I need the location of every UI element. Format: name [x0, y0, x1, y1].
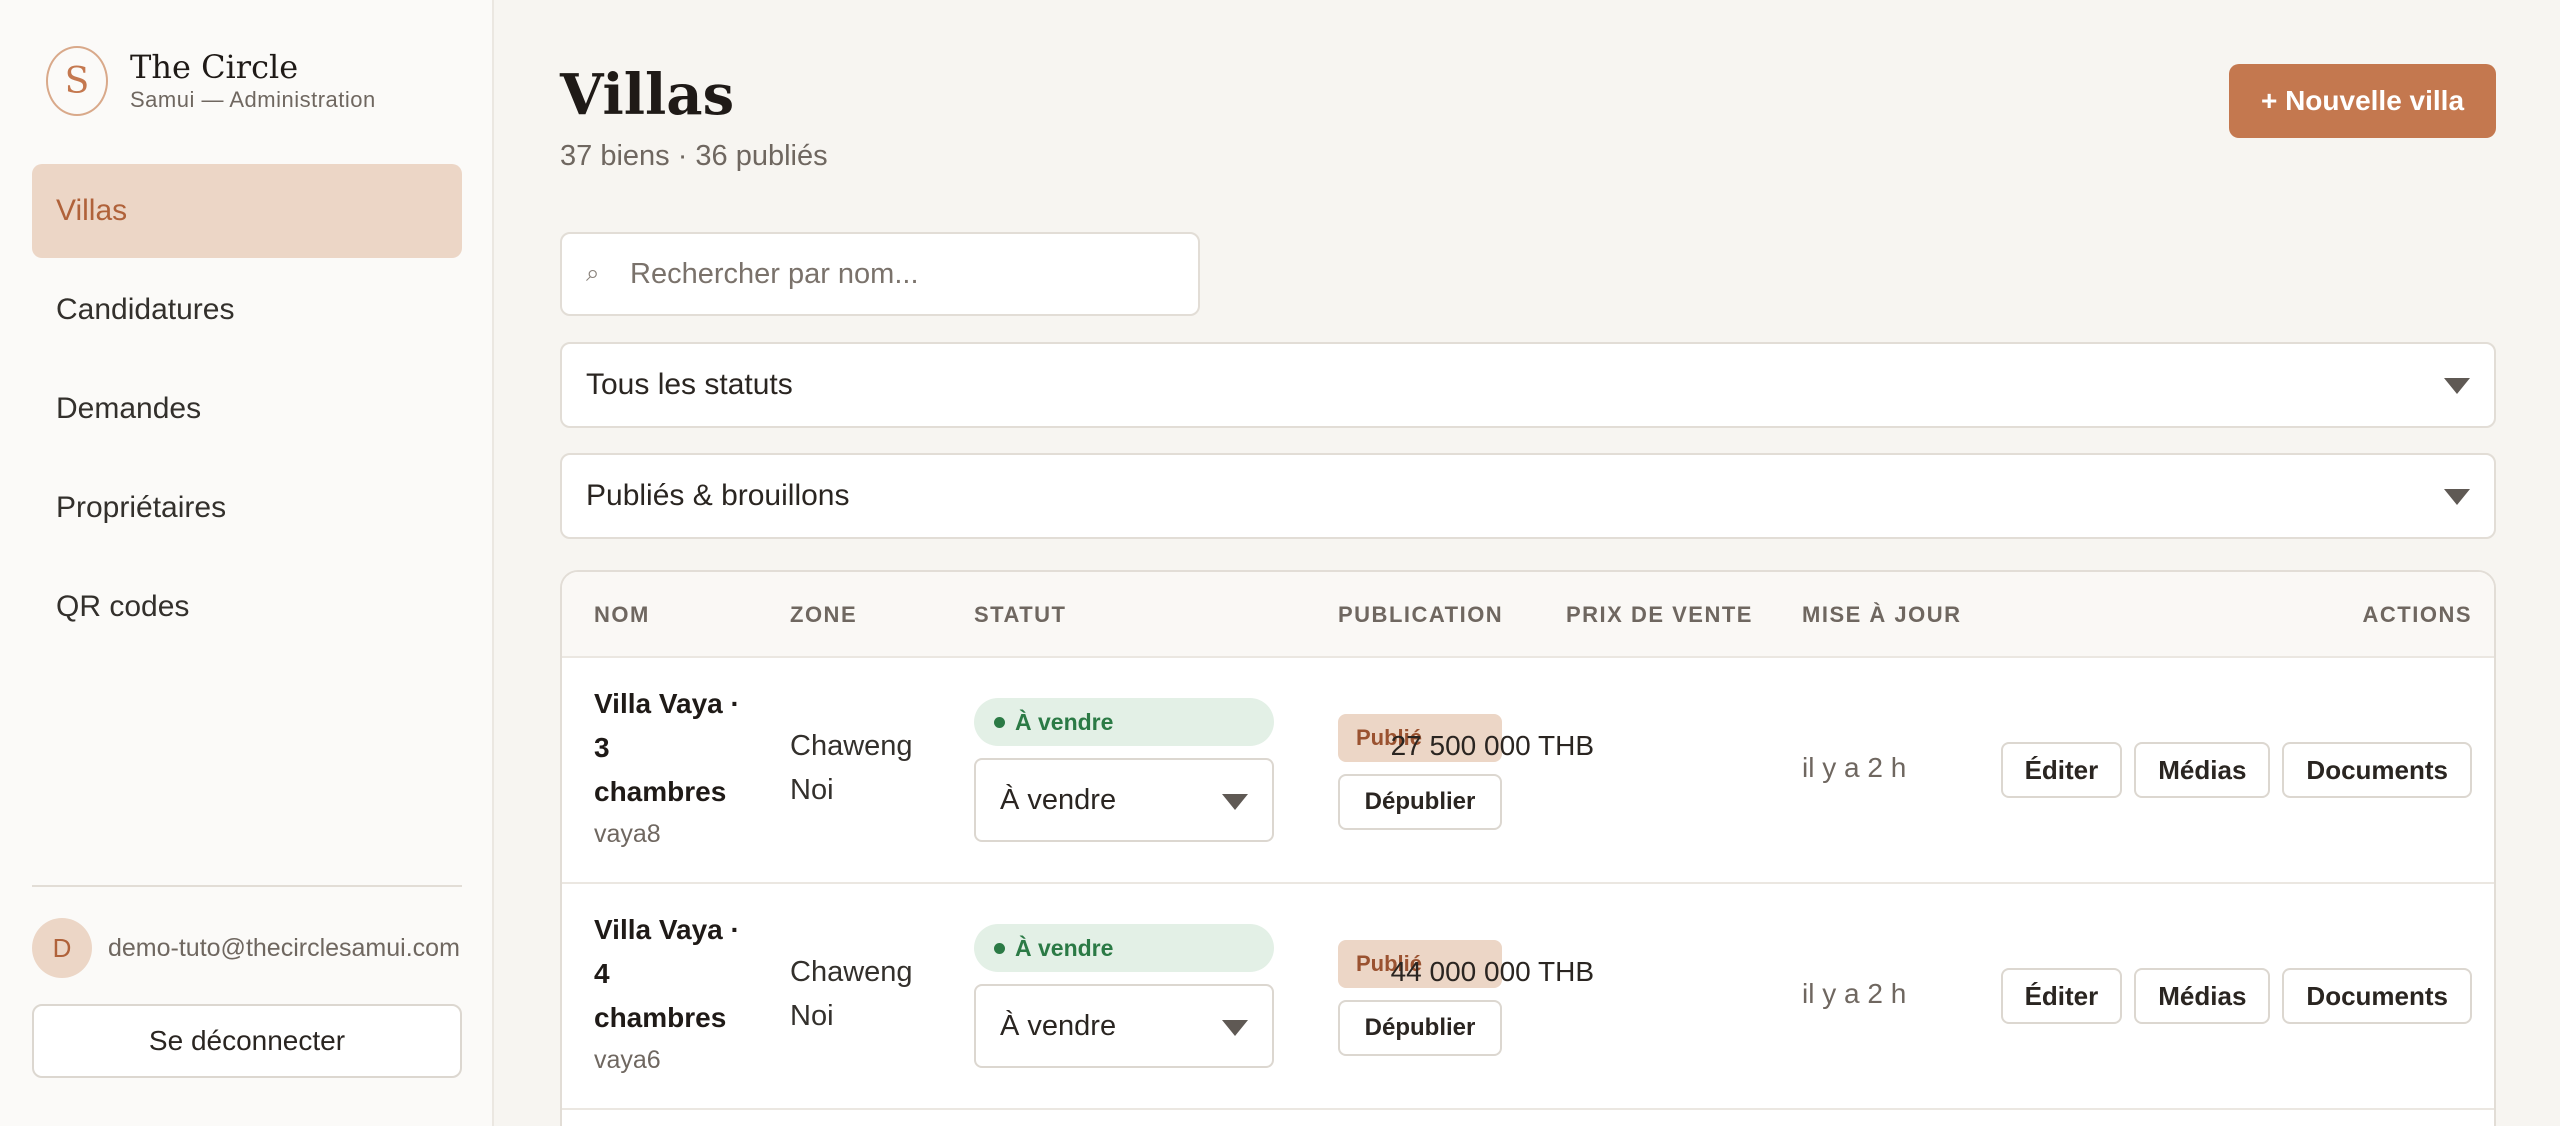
villa-zone: Chaweng Noi — [790, 730, 913, 806]
sidebar-item-demandes[interactable]: Demandes — [32, 362, 462, 456]
villa-updated: il y a 2 h — [1802, 978, 1907, 1009]
table-row: Villa Vaya · 4 chambres vaya6 Chaweng No… — [562, 884, 2494, 1110]
column-header-nom[interactable]: NOM — [594, 602, 650, 628]
documents-button[interactable]: Documents — [2282, 742, 2472, 798]
villa-slug: vaya6 — [594, 1046, 661, 1074]
user-email: demo-tuto@thecirclesamui.com — [108, 933, 460, 962]
search-box: ⌕ — [560, 232, 1200, 316]
chevron-down-icon — [2444, 489, 2470, 505]
status-badge: À vendre — [974, 698, 1274, 746]
edit-button[interactable]: Éditer — [2000, 968, 2123, 1024]
sidebar-divider — [32, 885, 462, 887]
sidebar-item-qr-codes[interactable]: QR codes — [32, 560, 462, 654]
villa-zone: Chaweng Noi — [790, 956, 913, 1032]
villa-updated: il y a 2 h — [1802, 752, 1907, 783]
publication-filter-value: Publiés & brouillons — [586, 479, 850, 512]
status-badge: À vendre — [974, 924, 1274, 972]
brand[interactable]: S The Circle Samui — Administration — [46, 46, 376, 116]
sidebar-item-proprietaires[interactable]: Propriétaires — [32, 461, 462, 555]
status-dot-icon — [994, 716, 1005, 728]
sidebar-item-candidatures[interactable]: Candidatures — [32, 263, 462, 357]
brand-title: The Circle — [130, 48, 299, 86]
page-title: Villas — [560, 62, 735, 128]
column-header-statut[interactable]: STATUT — [974, 602, 1067, 628]
status-filter-select[interactable]: Tous les statuts — [560, 342, 2496, 428]
villa-price: 44 000 000 THB — [1390, 956, 1594, 987]
status-select[interactable]: À vendre — [974, 984, 1274, 1068]
row-actions: Éditer Médias Documents — [2000, 968, 2472, 1024]
search-input[interactable] — [630, 257, 1190, 291]
status-select[interactable]: À vendre — [974, 758, 1274, 842]
chevron-down-icon — [1222, 794, 1248, 810]
brand-subtitle: Samui — Administration — [130, 87, 376, 112]
edit-button[interactable]: Éditer — [2000, 742, 2123, 798]
unpublish-button[interactable]: Dépublier — [1338, 774, 1502, 830]
villa-slug: vaya8 — [594, 820, 661, 848]
status-filter-value: Tous les statuts — [586, 368, 793, 401]
table-header: NOM ZONE STATUT PUBLICATION PRIX DE VENT… — [562, 572, 2494, 658]
chevron-down-icon — [1222, 1020, 1248, 1036]
search-icon: ⌕ — [586, 260, 600, 287]
avatar: D — [32, 918, 92, 978]
unpublish-button[interactable]: Dépublier — [1338, 1000, 1502, 1056]
villa-name[interactable]: Villa Vaya · 3 chambres — [594, 682, 744, 814]
sidebar-nav: Villas Candidatures Demandes Propriétair… — [32, 164, 462, 659]
documents-button[interactable]: Documents — [2282, 968, 2472, 1024]
new-villa-button[interactable]: + Nouvelle villa — [2229, 64, 2496, 138]
villa-name[interactable]: Villa Vaya · 4 chambres — [594, 908, 744, 1040]
logout-button[interactable]: Se déconnecter — [32, 1004, 462, 1078]
row-actions: Éditer Médias Documents — [2000, 742, 2472, 798]
column-header-zone[interactable]: ZONE — [790, 602, 857, 628]
villa-price: 27 500 000 THB — [1390, 730, 1594, 761]
circle-logo-icon: S — [46, 46, 108, 116]
column-header-publication[interactable]: PUBLICATION — [1338, 602, 1503, 628]
column-header-prix[interactable]: PRIX DE VENTE — [1566, 602, 1753, 628]
sidebar: S The Circle Samui — Administration Vill… — [0, 0, 494, 1126]
column-header-mise-a-jour[interactable]: MISE À JOUR — [1802, 602, 1962, 628]
publication-filter-select[interactable]: Publiés & brouillons — [560, 453, 2496, 539]
column-header-actions: ACTIONS — [2362, 602, 2472, 627]
sidebar-item-villas[interactable]: Villas — [32, 164, 462, 258]
media-button[interactable]: Médias — [2134, 968, 2271, 1024]
media-button[interactable]: Médias — [2134, 742, 2271, 798]
chevron-down-icon — [2444, 378, 2470, 394]
user-info: D demo-tuto@thecirclesamui.com — [32, 918, 462, 978]
villas-table: NOM ZONE STATUT PUBLICATION PRIX DE VENT… — [560, 570, 2496, 1126]
status-dot-icon — [994, 942, 1005, 954]
table-row: Villa Vaya · 3 chambres vaya8 Chaweng No… — [562, 658, 2494, 884]
page-subtitle: 37 biens · 36 publiés — [560, 140, 828, 172]
